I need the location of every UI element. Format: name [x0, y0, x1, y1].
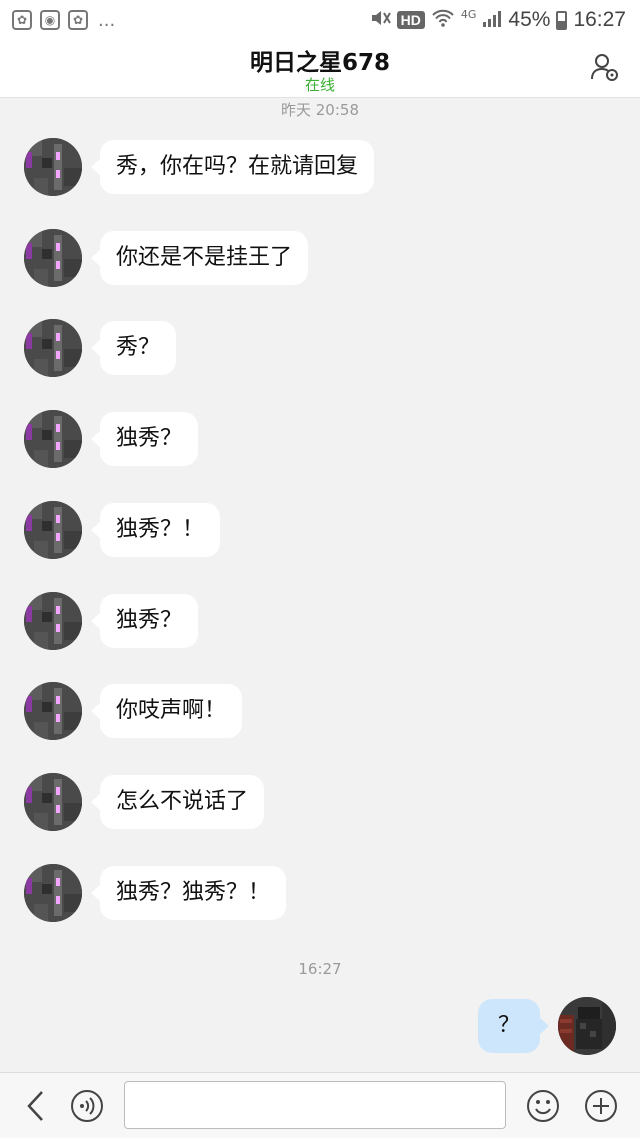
input-bar [0, 1072, 640, 1138]
my-avatar-image [558, 997, 616, 1055]
message-text: 怎么不说话了 [116, 789, 249, 814]
outgoing-message: ？ [477, 997, 616, 1055]
contact-avatar-image [24, 592, 82, 650]
contact-avatar-image [24, 864, 82, 922]
incoming-message: 独秀？独秀？！ [24, 864, 287, 922]
contact-avatar[interactable] [24, 229, 82, 287]
clock: 16:27 [573, 8, 626, 31]
message-bubble[interactable]: 独秀？ [90, 594, 199, 648]
voice-icon [71, 1090, 103, 1122]
network-type: 4G [460, 7, 477, 21]
voice-button[interactable] [70, 1089, 104, 1123]
battery-icon [556, 10, 568, 30]
wifi-icon [431, 8, 455, 33]
emoji-button[interactable] [526, 1089, 560, 1123]
message-text: 独秀？独秀？！ [116, 880, 271, 905]
message-text: 独秀？！ [116, 517, 205, 542]
message-bubble[interactable]: 你吱声啊！ [90, 684, 243, 738]
signal-icon [482, 8, 502, 32]
contact-avatar-image [24, 138, 82, 196]
message-bubble[interactable]: 秀，你在吗？在就请回复 [90, 140, 375, 194]
incoming-message: 你吱声啊！ [24, 682, 243, 740]
hd-badge: HD [396, 11, 425, 29]
contact-avatar[interactable] [24, 592, 82, 650]
incoming-message: 独秀？ [24, 592, 199, 650]
status-bar: ✿ ◉ ✿ ... HD 4G 45% 16:27 [0, 0, 640, 40]
message-bubble[interactable]: 独秀？ [90, 412, 199, 466]
message-timestamp: 昨天 20:58 [281, 101, 359, 119]
contact-avatar[interactable] [24, 319, 82, 377]
back-button[interactable] [22, 1089, 52, 1123]
contact-avatar[interactable] [24, 410, 82, 468]
contact-avatar[interactable] [24, 773, 82, 831]
incoming-message: 独秀？ [24, 410, 199, 468]
incoming-message: 你还是不是挂王了 [24, 229, 309, 287]
message-text: 独秀？ [116, 608, 183, 633]
paw-icon: ✿ [68, 10, 88, 30]
chat-header: 明日之星678 在线 [0, 40, 640, 98]
message-input[interactable] [124, 1081, 506, 1129]
contact-avatar-image [24, 682, 82, 740]
message-bubble[interactable]: 秀？ [90, 321, 177, 375]
incoming-message: 秀？ [24, 319, 177, 377]
wechat-icon: ◉ [40, 10, 60, 30]
my-avatar[interactable] [558, 997, 616, 1055]
paw-icon: ✿ [12, 10, 32, 30]
contact-name: 明日之星678 [249, 50, 390, 76]
message-bubble[interactable]: ？ [477, 999, 550, 1053]
more-notifications: ... [98, 9, 116, 31]
contact-avatar[interactable] [24, 501, 82, 559]
contact-profile-button[interactable] [590, 52, 620, 82]
message-text: 秀，你在吗？在就请回复 [116, 154, 359, 179]
more-options-button[interactable] [584, 1089, 618, 1123]
mute-icon [369, 8, 391, 33]
plus-icon [585, 1090, 617, 1122]
message-text: 秀？ [116, 335, 161, 360]
contact-avatar-image [24, 319, 82, 377]
back-icon [27, 1091, 43, 1121]
battery-percent: 45% [508, 8, 551, 31]
contact-avatar-image [24, 410, 82, 468]
contact-avatar-image [24, 501, 82, 559]
message-text: 你还是不是挂王了 [116, 245, 293, 270]
contact-avatar[interactable] [24, 682, 82, 740]
message-text: 你吱声啊！ [116, 698, 227, 723]
online-status: 在线 [304, 76, 335, 94]
incoming-message: 怎么不说话了 [24, 773, 265, 831]
person-settings-icon [591, 54, 618, 81]
contact-avatar[interactable] [24, 864, 82, 922]
contact-avatar-image [24, 773, 82, 831]
message-bubble[interactable]: 独秀？独秀？！ [90, 866, 287, 920]
message-text: ？ [497, 1013, 520, 1038]
incoming-message: 秀，你在吗？在就请回复 [24, 138, 375, 196]
emoji-icon [527, 1090, 559, 1122]
message-bubble[interactable]: 独秀？！ [90, 503, 221, 557]
incoming-message: 独秀？！ [24, 501, 221, 559]
contact-avatar-image [24, 229, 82, 287]
message-bubble[interactable]: 你还是不是挂王了 [90, 231, 309, 285]
message-timestamp: 16:27 [298, 960, 342, 978]
contact-avatar[interactable] [24, 138, 82, 196]
message-text: 独秀？ [116, 426, 183, 451]
message-bubble[interactable]: 怎么不说话了 [90, 775, 265, 829]
